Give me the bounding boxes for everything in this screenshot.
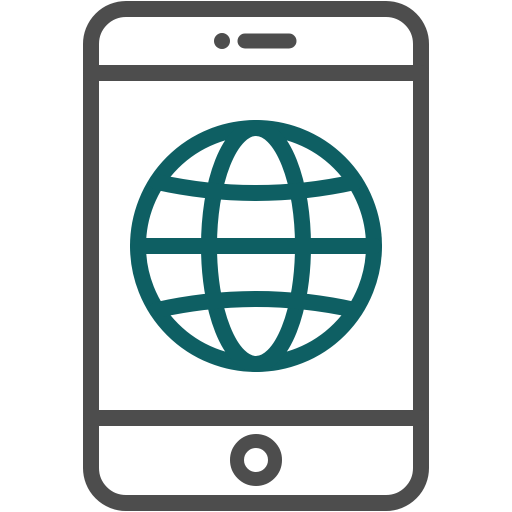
globe-icon <box>130 120 382 372</box>
home-button[interactable] <box>230 434 282 486</box>
globe-upper-latitude <box>149 174 363 201</box>
globe-lower-latitude <box>149 291 363 318</box>
front-camera-dot <box>214 33 230 49</box>
smartphone-globe-icon <box>83 1 429 511</box>
icon-canvas <box>0 0 512 512</box>
